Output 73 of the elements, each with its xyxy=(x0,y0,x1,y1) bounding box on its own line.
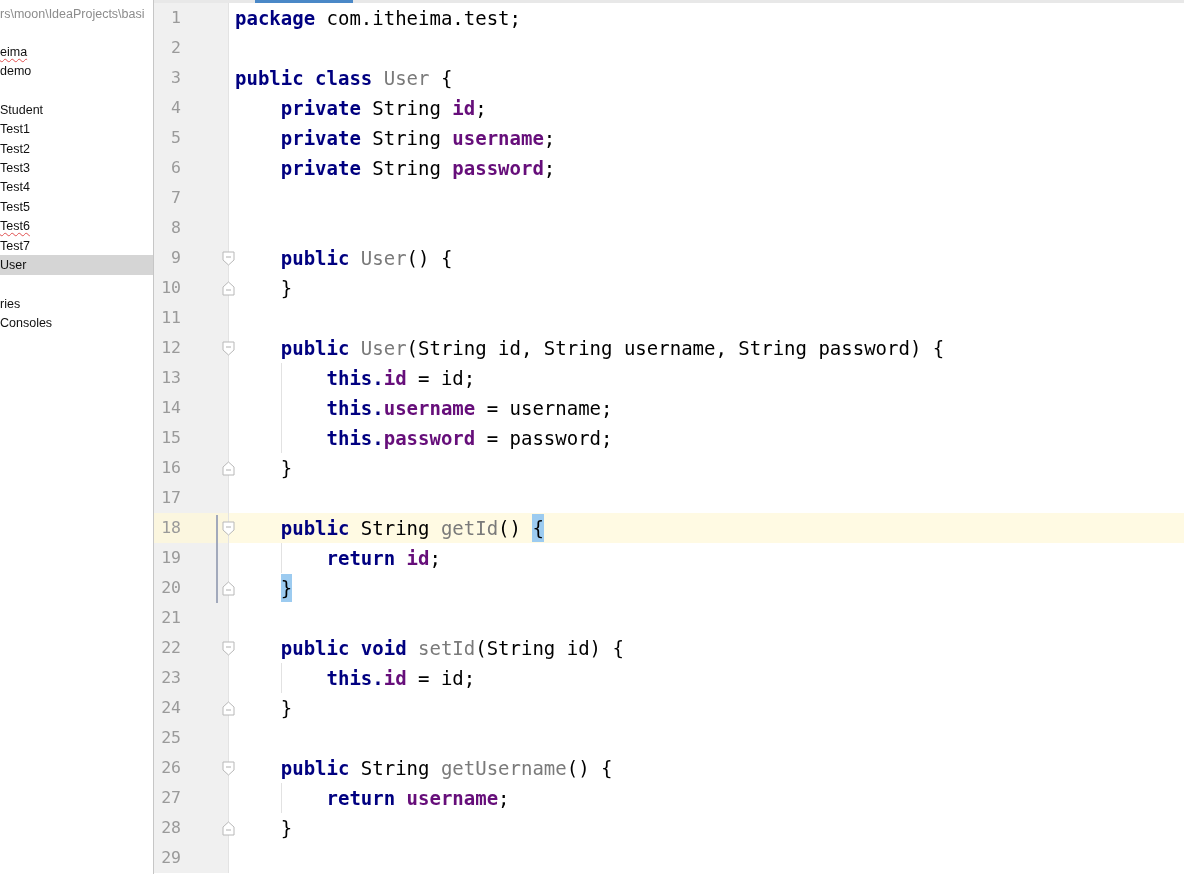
line-number: 2 xyxy=(171,37,181,59)
fold-icon[interactable] xyxy=(222,281,235,296)
line-number: 14 xyxy=(161,397,181,419)
tree-item[interactable]: Test6 xyxy=(0,216,153,236)
tree-item[interactable]: Test3 xyxy=(0,158,153,178)
tree-item[interactable]: Test5 xyxy=(0,197,153,217)
line-number: 17 xyxy=(161,487,181,509)
code-line: public void setId(String id) { xyxy=(280,636,624,661)
tree-item[interactable]: Test4 xyxy=(0,177,153,198)
line-number: 19 xyxy=(161,547,181,569)
code-line: public String getUsername() { xyxy=(280,756,613,781)
fold-icon[interactable] xyxy=(222,701,235,716)
fold-icon[interactable] xyxy=(222,641,235,656)
fold-icon[interactable] xyxy=(222,581,235,596)
code-line: private String id; xyxy=(280,96,487,121)
code-line: private String password; xyxy=(280,156,556,181)
fold-icon[interactable] xyxy=(222,761,235,776)
line-number: 6 xyxy=(171,157,181,179)
line-number: 24 xyxy=(161,697,181,719)
code-line: public User() { xyxy=(280,246,453,271)
line-number: 28 xyxy=(161,817,181,839)
line-number: 1 xyxy=(171,7,181,29)
line-number: 25 xyxy=(161,727,181,749)
tree-item[interactable]: Test7 xyxy=(0,235,153,256)
fold-icon[interactable] xyxy=(222,821,235,836)
fold-icon[interactable] xyxy=(222,341,235,356)
line-number: 18 xyxy=(161,517,181,539)
code-line: this.id = id; xyxy=(326,366,476,391)
tree-item[interactable]: demo xyxy=(0,61,153,81)
fold-icon[interactable] xyxy=(222,521,235,536)
line-number: 20 xyxy=(161,577,181,599)
line-number: 16 xyxy=(161,457,181,479)
tree-item[interactable]: Test2 xyxy=(0,138,153,159)
code-line: public User(String id, String username, String password) { xyxy=(280,336,945,361)
line-number: 12 xyxy=(161,337,181,359)
code-line: public class User { xyxy=(235,66,453,91)
line-number: 7 xyxy=(171,187,181,209)
line-number: 15 xyxy=(161,427,181,449)
line-number: 26 xyxy=(161,757,181,779)
fold-icon[interactable] xyxy=(222,251,235,266)
line-number: 29 xyxy=(161,847,181,869)
line-number: 3 xyxy=(171,67,181,89)
line-number: 10 xyxy=(161,277,181,299)
line-number: 4 xyxy=(171,97,181,119)
line-number: 5 xyxy=(171,127,181,149)
tree-item[interactable]: User xyxy=(0,255,153,275)
code-line: package com.itheima.test; xyxy=(235,6,521,31)
line-number: 21 xyxy=(161,607,181,629)
tree-item[interactable]: eima xyxy=(0,42,153,62)
tree-item[interactable]: ries xyxy=(0,294,153,314)
line-number: 9 xyxy=(171,247,181,269)
tree-item[interactable]: Test1 xyxy=(0,119,153,139)
project-path: rs\moon\IdeaProjects\basi xyxy=(0,6,145,22)
code-line: } xyxy=(280,816,293,841)
code-line: this.id = id; xyxy=(326,666,476,691)
line-number: 13 xyxy=(161,367,181,389)
code-line: } xyxy=(280,276,293,301)
code-line: private String username; xyxy=(280,126,556,151)
code-line: public String getId() { xyxy=(280,514,544,542)
code-line: } xyxy=(280,456,293,481)
line-number: 23 xyxy=(161,667,181,689)
line-number: 22 xyxy=(161,637,181,659)
fold-icon[interactable] xyxy=(222,461,235,476)
code-line: return id; xyxy=(326,546,441,571)
tree-item[interactable]: Consoles xyxy=(0,313,153,333)
tree-item[interactable]: Student xyxy=(0,100,153,120)
code-line: this.username = username; xyxy=(326,396,613,421)
line-number: 11 xyxy=(161,307,181,329)
code-line: } xyxy=(280,696,293,721)
line-number: 8 xyxy=(171,217,181,239)
code-line: return username; xyxy=(326,786,510,811)
code-line: this.password = password; xyxy=(326,426,613,451)
line-number: 27 xyxy=(161,787,181,809)
